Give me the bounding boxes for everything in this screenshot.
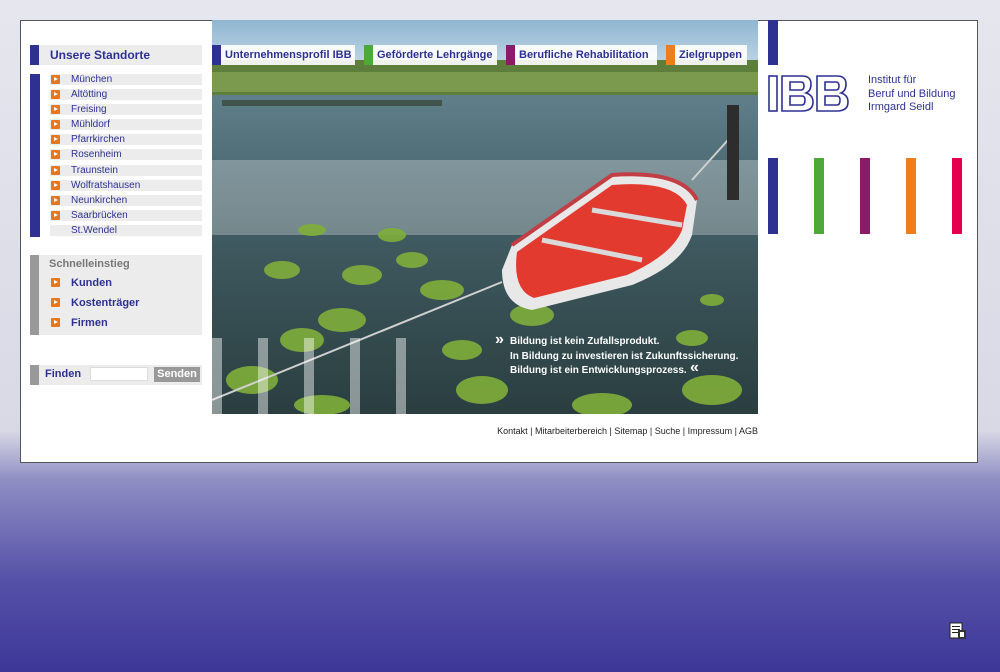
quick-access-title: Schnelleinstieg: [49, 258, 130, 270]
location-item[interactable]: Pfarrkirchen: [50, 134, 202, 146]
location-item[interactable]: München: [50, 74, 202, 85]
slogan-line: Bildung ist kein Zufallsprodukt.: [510, 336, 660, 347]
location-label: Freising: [71, 104, 107, 116]
location-item[interactable]: Neunkirchen: [50, 194, 202, 206]
footer-link[interactable]: Sitemap: [614, 426, 647, 436]
location-label: Traunstein: [71, 164, 118, 176]
quick-item-label: Kostenträger: [71, 297, 140, 309]
tab-label: Zielgruppen: [679, 49, 742, 61]
location-label: Mühldorf: [71, 119, 110, 131]
tab-color-bar: [212, 45, 221, 65]
arrow-right-icon: [51, 165, 60, 175]
location-label: München: [71, 74, 113, 85]
slogan-line: Bildung ist ein Entwicklungsprozess.: [510, 365, 687, 376]
arrow-right-icon: [51, 195, 60, 205]
location-label: Rosenheim: [71, 149, 122, 161]
quick-item-kunden[interactable]: Kunden: [50, 276, 112, 290]
location-label: Neunkirchen: [71, 194, 128, 206]
brand-bar-orange: [906, 158, 916, 234]
tab-color-bar: [666, 45, 675, 65]
arrow-right-icon: [51, 318, 60, 327]
arrow-right-icon: [51, 298, 60, 307]
document-icon[interactable]: [949, 622, 967, 645]
logo-line: Irmgard Seidl: [868, 101, 934, 113]
location-item[interactable]: Altötting: [50, 89, 202, 101]
logo-line: Institut für: [868, 74, 917, 86]
tab-label: Berufliche Rehabilitation: [519, 49, 649, 61]
footer-separator: |: [527, 426, 535, 436]
footer-separator: |: [647, 426, 655, 436]
footer-separator: |: [680, 426, 688, 436]
tab-label: Unternehmensprofil IBB: [225, 49, 352, 61]
tab-berufliche-rehabilitation[interactable]: Berufliche Rehabilitation: [506, 45, 657, 65]
brand-bar-red: [952, 158, 962, 234]
arrow-right-icon: [51, 180, 60, 190]
location-item[interactable]: Saarbrücken: [50, 209, 202, 221]
footer-link[interactable]: Suche: [655, 426, 681, 436]
location-label: Wolfratshausen: [71, 179, 141, 191]
locations-list: München Altötting Freising Mühldorf Pfarrkir…: [50, 74, 202, 240]
tab-zielgruppen[interactable]: Zielgruppen: [666, 45, 747, 65]
location-label: Pfarrkirchen: [71, 134, 125, 146]
location-item[interactable]: Wolfratshausen: [50, 179, 202, 191]
quick-item-label: Kunden: [71, 277, 112, 289]
arrow-right-icon: [51, 278, 60, 287]
quick-item-label: Firmen: [71, 317, 108, 329]
arrow-right-icon: [51, 210, 60, 220]
search-label: Finden: [45, 368, 82, 380]
location-item[interactable]: St.Wendel: [50, 224, 202, 236]
arrow-right-icon: [51, 105, 60, 115]
document-icon-svg: [949, 622, 966, 639]
ibb-logo[interactable]: [768, 75, 860, 118]
logo-top-bar: [768, 20, 778, 65]
footer-link[interactable]: Kontakt: [497, 426, 528, 436]
quote-close-icon: «: [690, 359, 699, 376]
search-button[interactable]: Senden: [154, 367, 200, 382]
footer-link[interactable]: AGB: [739, 426, 758, 436]
brand-bar-green: [814, 158, 824, 234]
quick-item-firmen[interactable]: Firmen: [50, 316, 108, 330]
location-label: Saarbrücken: [71, 209, 128, 221]
location-item[interactable]: Freising: [50, 104, 202, 116]
location-label: Altötting: [71, 89, 108, 101]
brand-bar-blue: [768, 158, 778, 234]
quick-item-kostentraeger[interactable]: Kostenträger: [50, 296, 139, 310]
location-item[interactable]: Mühldorf: [50, 119, 202, 131]
arrow-right-icon: [51, 150, 60, 160]
footer-separator: |: [732, 426, 739, 436]
ibb-logo-mark: [768, 75, 849, 112]
footer-links: Kontakt | Mitarbeiterbereich | Sitemap |…: [497, 426, 758, 436]
tab-color-bar: [364, 45, 373, 65]
arrow-right-icon: [51, 120, 60, 130]
arrow-right-icon: [51, 75, 60, 84]
tab-label: Geförderte Lehrgänge: [377, 49, 493, 61]
arrow-right-icon: [51, 90, 60, 100]
footer-link[interactable]: Impressum: [688, 426, 733, 436]
quick-access-box: Schnelleinstieg Kunden Kostenträger Firm…: [39, 255, 202, 335]
search-input[interactable]: [90, 367, 148, 381]
location-item[interactable]: Rosenheim: [50, 149, 202, 161]
locations-title: Unsere Standorte: [39, 45, 202, 65]
logo-line: Beruf und Bildung: [868, 87, 956, 100]
location-label: St.Wendel: [71, 224, 117, 236]
locations-side-bar: [30, 74, 40, 237]
slogan-line: In Bildung zu investieren ist Zukunftssi…: [510, 350, 739, 362]
logo-text: Institut für Beruf und Bildung Irmgard S…: [868, 74, 955, 115]
slogan: Bildung ist kein Zufallsprodukt. In Bild…: [510, 335, 738, 379]
tab-gefoerderte-lehrgaenge[interactable]: Geförderte Lehrgänge: [364, 45, 497, 65]
tab-color-bar: [506, 45, 515, 65]
arrow-right-icon: [51, 135, 60, 145]
footer-link[interactable]: Mitarbeiterbereich: [535, 426, 607, 436]
location-item[interactable]: Traunstein: [50, 164, 202, 176]
brand-bar-purple: [860, 158, 870, 234]
tab-unternehmensprofil[interactable]: Unternehmensprofil IBB: [212, 45, 355, 65]
quote-open-icon: »: [495, 331, 504, 348]
